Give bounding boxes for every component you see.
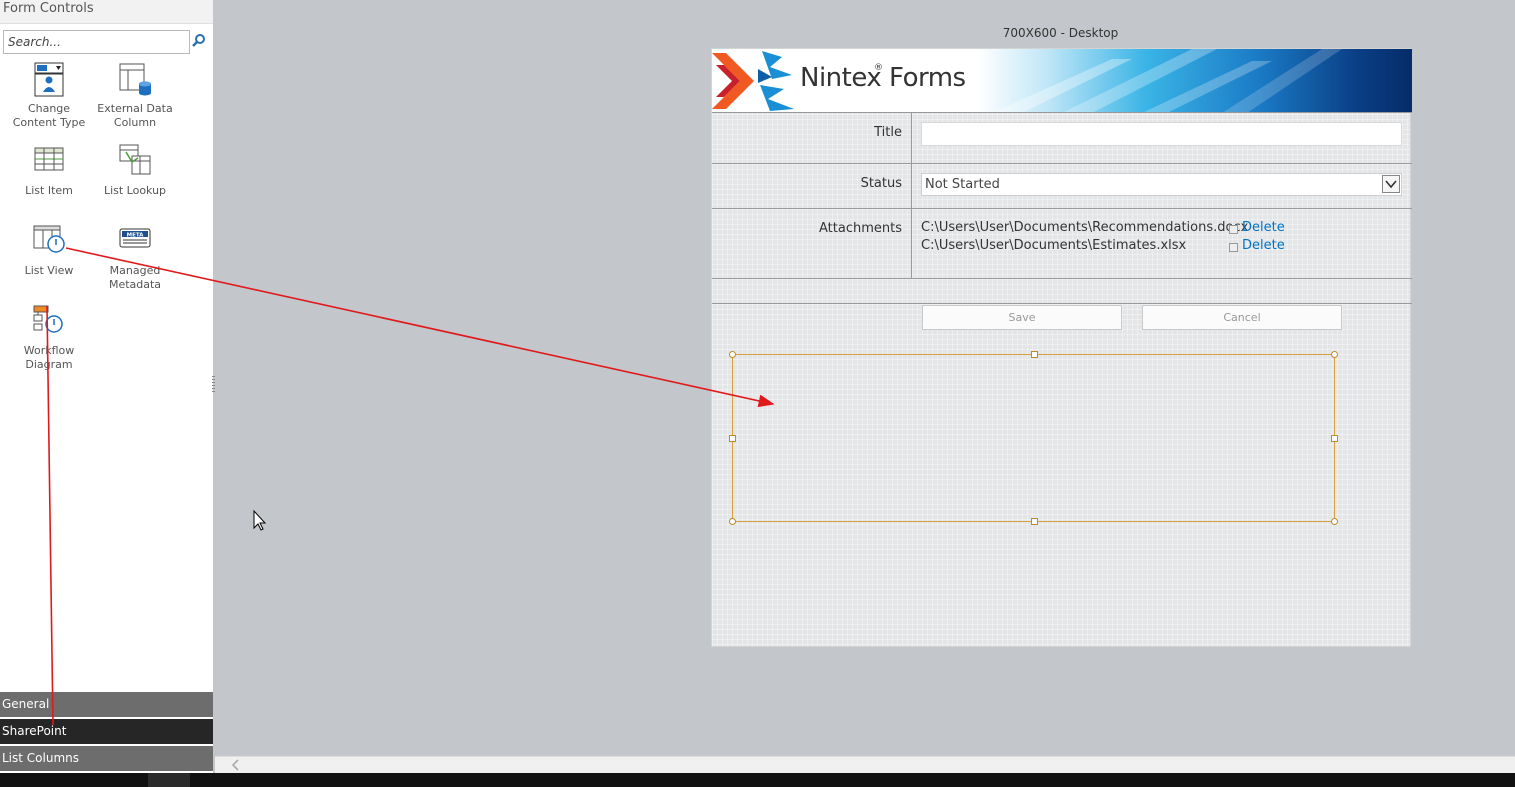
resize-handle[interactable]: [1331, 351, 1338, 358]
search-icon: [192, 34, 205, 47]
layout-label: 700X600 - Desktop: [1002, 26, 1119, 40]
title-row: Title: [712, 113, 1412, 164]
control-change-content-type[interactable]: Change Content Type: [6, 62, 92, 130]
control-label: List Item: [25, 184, 73, 197]
title-input[interactable]: [921, 122, 1402, 146]
chevron-down-icon: [1385, 180, 1397, 189]
selected-drop-area[interactable]: [729, 351, 1338, 525]
status-select[interactable]: Not Started: [921, 173, 1402, 196]
banner-stripes: [994, 49, 1342, 112]
control-list-view[interactable]: List View: [6, 224, 92, 278]
category-sharepoint[interactable]: SharePoint: [0, 719, 213, 744]
status-label: Status: [712, 164, 912, 208]
resize-handle[interactable]: [1031, 518, 1038, 525]
delete-link[interactable]: Delete: [1242, 220, 1285, 235]
resize-handle[interactable]: [729, 518, 736, 525]
attachment-path: C:\Users\User\Documents\Recommendations.…: [921, 220, 1249, 235]
mouse-pointer-icon: [253, 509, 267, 531]
form-canvas[interactable]: Nintex Forms ® Title Status Not Started A…: [711, 48, 1412, 647]
brand-text: Nintex Forms: [800, 63, 966, 93]
status-value: Not Started: [925, 177, 1000, 192]
taskbar-app-button[interactable]: [148, 773, 190, 787]
empty-row: [712, 279, 1412, 304]
list-lookup-icon: [119, 144, 151, 175]
taskbar: [0, 773, 1515, 787]
scroll-left-icon[interactable]: [229, 757, 243, 773]
list-item-icon: [34, 147, 64, 171]
control-label: Managed Metadata: [108, 264, 162, 291]
panel-splitter[interactable]: [212, 376, 215, 394]
control-external-data-column[interactable]: External Data Column: [92, 62, 178, 130]
resize-handle[interactable]: [1331, 435, 1338, 442]
nintex-logo-icon: [712, 51, 794, 111]
control-label: List View: [24, 264, 74, 277]
control-managed-metadata[interactable]: META Managed Metadata: [92, 224, 178, 292]
control-label: External Data Column: [97, 102, 173, 129]
resize-handle[interactable]: [729, 435, 736, 442]
change-content-type-icon: [34, 62, 64, 97]
title-label: Title: [712, 113, 912, 163]
delete-icon: [1229, 243, 1238, 252]
external-data-column-icon: [119, 63, 151, 96]
attachment-path: C:\Users\User\Documents\Estimates.xlsx: [921, 238, 1187, 253]
control-list-lookup[interactable]: List Lookup: [92, 144, 178, 198]
delete-link[interactable]: Delete: [1242, 238, 1285, 253]
horizontal-scrollbar[interactable]: [215, 756, 1515, 773]
category-list-columns[interactable]: List Columns: [0, 746, 213, 771]
delete-icon: [1229, 225, 1238, 234]
status-dropdown-button[interactable]: [1382, 175, 1400, 193]
control-label: Change Content Type: [12, 102, 86, 129]
meta-icon-text: META: [127, 232, 145, 238]
form-controls-panel: Form Controls Change Content Type: [0, 0, 213, 773]
search-input[interactable]: [3, 30, 190, 54]
list-view-icon: [33, 225, 65, 253]
resize-handle[interactable]: [729, 351, 736, 358]
attachments-row: Attachments C:\Users\User\Documents\Reco…: [712, 209, 1412, 279]
control-label: List Lookup: [103, 184, 167, 197]
save-button[interactable]: Save: [922, 305, 1122, 330]
panel-title: Form Controls: [3, 1, 94, 16]
control-list-item[interactable]: List Item: [6, 144, 92, 198]
cancel-button[interactable]: Cancel: [1142, 305, 1342, 330]
resize-handle[interactable]: [1331, 518, 1338, 525]
status-row: Status Not Started: [712, 164, 1412, 209]
brand-registered-mark: ®: [874, 63, 883, 73]
search-button[interactable]: [191, 31, 207, 51]
brand-name: Nintex Forms ®: [800, 63, 966, 93]
resize-handle[interactable]: [1031, 351, 1038, 358]
control-label: Workflow Diagram: [23, 344, 75, 371]
workflow-diagram-icon: [33, 305, 63, 333]
category-general[interactable]: General: [0, 692, 213, 717]
managed-metadata-icon: META: [119, 228, 151, 248]
nintex-banner: Nintex Forms ®: [712, 49, 1412, 113]
control-workflow-diagram[interactable]: Workflow Diagram: [6, 304, 92, 372]
attachments-label: Attachments: [712, 209, 912, 278]
